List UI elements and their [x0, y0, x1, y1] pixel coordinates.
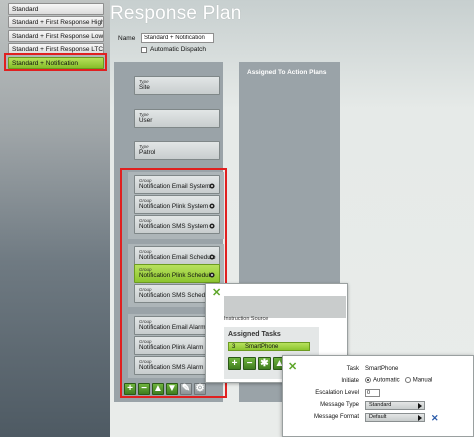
message-type-select[interactable]: Standard [365, 401, 425, 410]
plus-icon: + [127, 383, 133, 394]
message-type-label: Message Type [320, 402, 359, 408]
message-format-value: Default [369, 414, 387, 420]
message-format-select[interactable]: Default [365, 413, 425, 422]
initiate-manual-label: Manual [412, 377, 433, 384]
plan-item-standard[interactable]: Standard [8, 3, 104, 15]
tile-label: User [139, 117, 153, 124]
assigned-tasks-title: Assigned Tasks [228, 331, 281, 338]
remove-task-button[interactable]: − [243, 357, 256, 370]
plan-item-first-response-high[interactable]: Standard + First Response High [8, 16, 104, 29]
task-row[interactable]: 3 SmartPhone [228, 342, 310, 351]
page-title: Response Plan [110, 3, 242, 24]
task-config-button[interactable]: ✱ [258, 357, 271, 370]
type-tile-patrol[interactable]: Type Patrol [134, 141, 220, 160]
add-button[interactable]: + [124, 383, 136, 395]
tile-label: Site [139, 84, 150, 91]
automatic-dispatch-row[interactable]: Automatic Dispatch [141, 46, 206, 53]
type-tile-site[interactable]: Type Site [134, 76, 220, 95]
name-input[interactable] [141, 33, 214, 43]
type-tile-user[interactable]: Type User [134, 109, 220, 128]
escalation-level-input[interactable]: 0 [365, 389, 380, 397]
automatic-dispatch-label: Automatic Dispatch [150, 46, 206, 53]
dialog-header-bar [224, 296, 346, 318]
clear-format-icon[interactable]: ✕ [431, 413, 439, 424]
plan-sidebar: Standard Standard + First Response High … [0, 0, 110, 437]
automatic-dispatch-checkbox[interactable] [141, 46, 147, 53]
initiate-options: Automatic Manual [365, 377, 432, 384]
arrow-down-icon: ▼ [167, 383, 177, 394]
initiate-automatic-radio[interactable] [365, 377, 371, 383]
tile-label: Patrol [139, 149, 156, 156]
wrench-icon: ⚙ [195, 383, 205, 394]
task-field-label: Task [346, 366, 359, 372]
dropdown-arrow-icon [418, 415, 422, 421]
escalation-level-label: Escalation Level [315, 390, 359, 396]
task-field-value: SmartPhone [365, 366, 399, 372]
arrow-up-icon: ▲ [153, 383, 163, 394]
task-toolbar: + − ✱ ▲ [228, 357, 286, 370]
selection-highlight-outline [4, 53, 107, 71]
message-type-value: Standard [369, 402, 392, 408]
message-format-label: Message Format [313, 414, 359, 420]
move-down-button[interactable]: ▼ [166, 383, 178, 395]
edit-button[interactable]: ✎ [180, 383, 192, 395]
plan-item-first-response-low[interactable]: Standard + First Response Low I [8, 29, 104, 42]
settings-button[interactable]: ⚙ [194, 383, 206, 395]
task-label: SmartPhone [245, 343, 279, 350]
close-icon[interactable]: ✕ [212, 288, 221, 299]
task-detail-dialog: ✕ Task SmartPhone Initiate Automatic Man… [282, 355, 474, 437]
add-task-button[interactable]: + [228, 357, 241, 370]
move-up-button[interactable]: ▲ [152, 383, 164, 395]
task-number: 3 [232, 343, 236, 350]
initiate-automatic-label: Automatic [373, 377, 400, 384]
name-label: Name [118, 35, 136, 42]
minus-icon: − [246, 357, 253, 369]
pencil-icon: ✎ [181, 383, 191, 394]
remove-button[interactable]: − [138, 383, 150, 395]
star-icon: ✱ [260, 357, 269, 369]
initiate-label: Initiate [341, 378, 359, 384]
initiate-manual-radio[interactable] [404, 377, 411, 383]
group-toolbar: + − ▲ ▼ ✎ ⚙ [124, 383, 206, 395]
minus-icon: − [141, 383, 147, 394]
plus-icon: + [231, 357, 238, 369]
instruction-source-label: Instruction Source [224, 316, 269, 322]
assigned-action-plans-title: Assigned To Action Plans [247, 69, 327, 76]
dropdown-arrow-icon [418, 403, 422, 409]
